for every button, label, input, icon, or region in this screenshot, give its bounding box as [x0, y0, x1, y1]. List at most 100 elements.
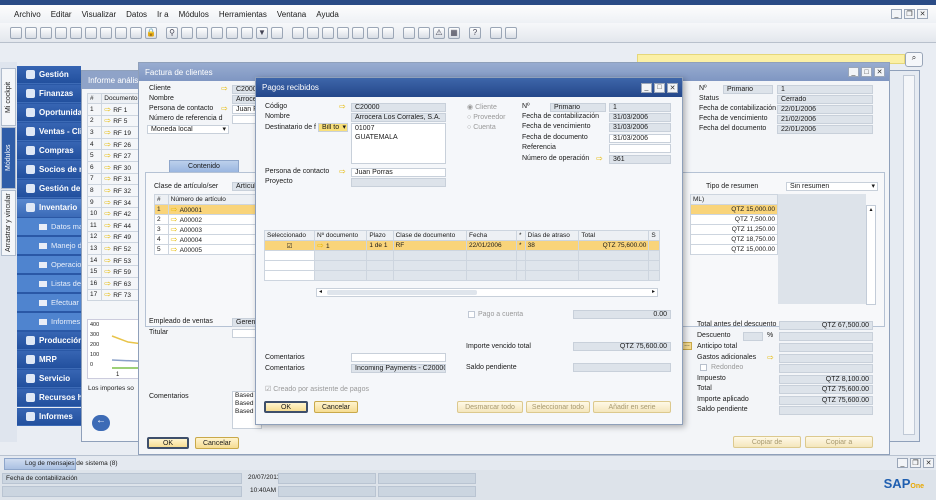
link-arrow-icon[interactable]: ⇨: [104, 186, 113, 195]
link-arrow-icon[interactable]: ⇨: [104, 198, 113, 207]
link-arrow-icon[interactable]: ⇨: [171, 245, 180, 254]
menu-editar[interactable]: Editar: [51, 10, 72, 19]
doc-number-field[interactable]: 1: [609, 103, 671, 112]
comentarios-field[interactable]: [351, 353, 446, 362]
link-arrow-icon[interactable]: ⇨: [104, 116, 113, 125]
fdoc-field[interactable]: 31/03/2006: [609, 134, 671, 143]
col-s[interactable]: S: [648, 230, 660, 241]
col-dias-atraso[interactable]: Días de atraso: [524, 230, 580, 241]
table-row[interactable]: 1 ⇨ A00001: [154, 204, 265, 215]
tab-log-mensajes[interactable]: Log de mensajes de sistema (8): [4, 458, 118, 470]
anadir-en-serie-button[interactable]: Añadir en serie: [593, 401, 671, 413]
back-arrow-icon[interactable]: ←: [92, 415, 110, 431]
table-row[interactable]: QTZ 11,250.00: [690, 224, 778, 235]
table-row[interactable]: [263, 250, 660, 261]
doc-number-field[interactable]: 1: [777, 85, 873, 94]
copiar-a-button[interactable]: Copiar a: [805, 436, 873, 448]
col-no-documento[interactable]: Nº documento: [314, 230, 368, 241]
minimize-icon[interactable]: _: [641, 82, 652, 93]
fcont-field[interactable]: 22/01/2006: [777, 105, 873, 114]
table-row[interactable]: QTZ 18,750.00: [690, 234, 778, 245]
descuento-field[interactable]: [779, 332, 873, 341]
previous-record-icon[interactable]: [211, 26, 223, 39]
sidebar-subitem[interactable]: Operaciones: [17, 256, 81, 273]
link-arrow-icon[interactable]: ⇨: [104, 163, 113, 172]
gastos-field[interactable]: [779, 354, 873, 363]
copiar-de-button[interactable]: Copiar de: [733, 436, 801, 448]
col-total[interactable]: Total: [578, 230, 650, 241]
sidebar-subitem[interactable]: Efectuar recuento: [17, 294, 81, 311]
add-icon[interactable]: [181, 26, 193, 39]
sidebar-module[interactable]: Informes: [17, 408, 81, 426]
address-field[interactable]: 01007 GUATEMALA: [351, 123, 446, 164]
sidebar-module[interactable]: Servicio: [17, 370, 81, 388]
moneda-select[interactable]: Moneda local ▾: [147, 125, 229, 134]
minimize-icon[interactable]: _: [848, 67, 859, 77]
scrollbar[interactable]: [903, 75, 915, 435]
col-clase-documento[interactable]: Clase de documento: [392, 230, 468, 241]
seleccionar-todo-button[interactable]: Seleccionar todo: [526, 401, 590, 413]
last-record-icon[interactable]: [241, 26, 253, 39]
link-arrow-icon[interactable]: ⇨: [171, 205, 180, 214]
fcont-field[interactable]: 31/03/2006: [609, 113, 671, 122]
selected-checkbox[interactable]: ☑: [263, 240, 316, 251]
table-row[interactable]: QTZ 7,500.00: [690, 214, 778, 225]
email-icon[interactable]: [40, 26, 52, 39]
sidebar-module[interactable]: Gestión: [17, 66, 81, 84]
sms-icon[interactable]: [55, 26, 67, 39]
fvenc-field[interactable]: 31/03/2006: [609, 123, 671, 132]
menu-ir-a[interactable]: Ir a: [157, 10, 169, 19]
settings-icon[interactable]: [403, 26, 415, 39]
sidebar-subitem[interactable]: Listas de precios: [17, 275, 81, 292]
link-arrow-icon[interactable]: ⇨: [317, 241, 326, 250]
table-row[interactable]: 5 ⇨ A00005: [154, 244, 265, 255]
link-arrow-icon[interactable]: ⇨: [171, 235, 180, 244]
word-icon[interactable]: [100, 26, 112, 39]
link-arrow-icon[interactable]: ⇨: [221, 84, 228, 93]
table-row[interactable]: QTZ 15,000.00: [690, 204, 778, 215]
items-scrollbar[interactable]: ▴: [866, 205, 876, 305]
fax-icon[interactable]: [70, 26, 82, 39]
search-icon[interactable]: ⌕: [905, 52, 923, 67]
maximize-icon[interactable]: □: [654, 82, 665, 93]
desmarcar-todo-button[interactable]: Desmarcar todo: [457, 401, 523, 413]
table-row[interactable]: 4 ⇨ A00004: [154, 234, 265, 245]
col-seleccionado[interactable]: Seleccionado: [263, 230, 316, 241]
sidebar-module[interactable]: Recursos humanos: [17, 389, 81, 407]
tab-arrastrar-vincular[interactable]: Arrastrar y vincular: [1, 190, 16, 256]
volume-weight-icon[interactable]: [367, 26, 379, 39]
maximize-icon[interactable]: □: [861, 67, 872, 77]
menu-modulos[interactable]: Módulos: [179, 10, 209, 19]
close-icon[interactable]: ✕: [917, 9, 928, 19]
link-arrow-icon[interactable]: ⇨: [339, 102, 346, 111]
help-icon[interactable]: ?: [469, 26, 481, 39]
first-record-icon[interactable]: [196, 26, 208, 39]
restore-icon[interactable]: ❐: [910, 458, 921, 468]
close-icon[interactable]: ✕: [874, 67, 885, 77]
link-arrow-icon[interactable]: ⇨: [104, 279, 113, 288]
sidebar-module[interactable]: Producción: [17, 332, 81, 350]
sidebar-module[interactable]: Compras: [17, 142, 81, 160]
link-arrow-icon[interactable]: ⇨: [104, 256, 113, 265]
tab-mi-cockpit[interactable]: Mi cockpit: [1, 68, 16, 126]
layout-icon[interactable]: [322, 26, 334, 39]
payment-cancel-button[interactable]: Cancelar: [314, 401, 358, 413]
sidebar-module[interactable]: Gestión de bancos: [17, 180, 81, 198]
horizontal-scrollbar[interactable]: ◂ ▸: [316, 288, 658, 297]
link-arrow-icon[interactable]: ⇨: [104, 140, 113, 149]
referencia-field[interactable]: [609, 144, 671, 153]
proyecto-field[interactable]: [351, 178, 446, 187]
redondeo-checkbox[interactable]: [700, 364, 707, 371]
resumen-select[interactable]: Sin resumen ▾: [786, 182, 878, 191]
nombre-field[interactable]: Arrocera Los Corrales, S.A.: [351, 113, 446, 122]
payment-means-icon[interactable]: [352, 26, 364, 39]
message-icon[interactable]: [490, 26, 502, 39]
col-star[interactable]: *: [516, 230, 526, 241]
comentarios-diario-field[interactable]: Incoming Payments - C20000: [351, 364, 446, 373]
pdf-icon[interactable]: [115, 26, 127, 39]
link-arrow-icon[interactable]: ⇨: [104, 244, 113, 253]
sidebar-module[interactable]: Finanzas: [17, 85, 81, 103]
link-arrow-icon[interactable]: ⇨: [339, 167, 346, 176]
invoice-cancel-button[interactable]: Cancelar: [195, 437, 239, 449]
sort-icon[interactable]: [271, 26, 283, 39]
